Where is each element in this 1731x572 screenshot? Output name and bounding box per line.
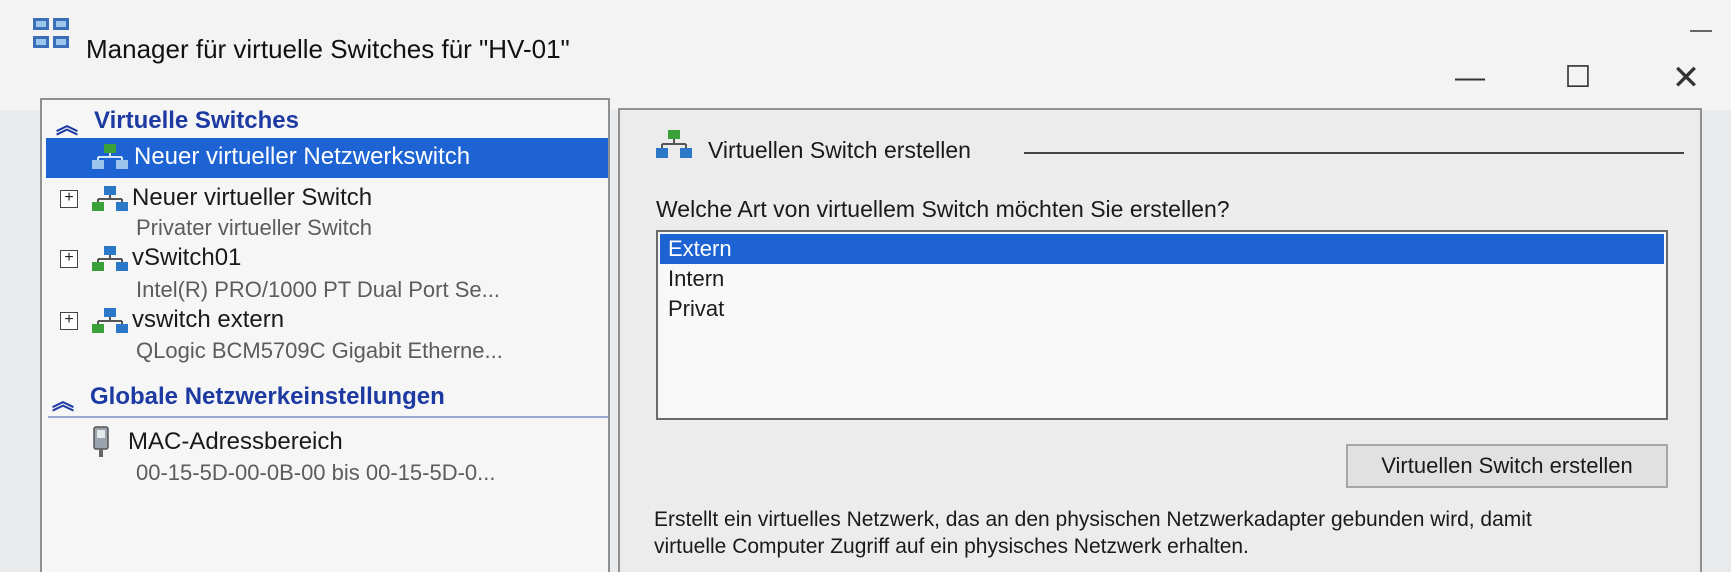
expand-plus-icon[interactable]: + (60, 250, 78, 268)
switch-manager-icon (33, 18, 69, 48)
section-virtual-switches[interactable]: ︽ Virtuelle Switches (52, 106, 602, 142)
content-pane: Virtuellen Switch erstellen Welche Art v… (618, 108, 1702, 572)
nav-item-switch-1[interactable]: + Neuer virtueller Switch (42, 182, 608, 216)
maximize-button[interactable]: ☐ (1548, 58, 1608, 98)
section-global-network-settings[interactable]: ︽ Globale Netzwerkeinstellungen (48, 382, 608, 418)
collapse-chevron-icon[interactable]: ︽ (56, 108, 78, 140)
option-intern[interactable]: Intern (660, 264, 1664, 294)
network-switch-icon (92, 186, 128, 211)
section-label: Globale Netzwerkeinstellungen (90, 383, 445, 410)
nav-item-label: MAC-Adressbereich (128, 428, 343, 455)
navigation-pane: ︽ Virtuelle Switches Neuer virtueller Ne… (40, 98, 610, 572)
nav-item-label: vswitch extern (132, 306, 285, 333)
nav-item-label: Neuer virtueller Netzwerkswitch (134, 143, 471, 170)
nav-item-switch-2[interactable]: + vSwitch01 (42, 242, 608, 276)
mac-address-icon (93, 426, 109, 457)
network-switch-icon (92, 308, 128, 333)
minimize-button[interactable]: — (1440, 58, 1500, 98)
expand-plus-icon[interactable]: + (60, 190, 78, 208)
group-title: Virtuellen Switch erstellen (708, 137, 971, 163)
nav-item-label: vSwitch01 (132, 244, 242, 271)
nav-item-new-network-switch[interactable]: Neuer virtueller Netzwerkswitch (46, 138, 608, 178)
new-switch-icon (92, 144, 128, 169)
switch-type-description: Erstellt ein virtuelles Netzwerk, das an… (654, 508, 1532, 558)
section-label: Virtuelle Switches (94, 107, 299, 134)
switch-type-listbox[interactable]: Extern Intern Privat (656, 230, 1668, 420)
nav-item-mac-range[interactable]: MAC-Adressbereich (42, 426, 608, 460)
nav-item-subtitle: QLogic BCM5709C Gigabit Etherne... (136, 338, 503, 363)
collapse-chevron-icon[interactable]: ︽ (52, 384, 74, 416)
nav-item-subtitle: Privater virtueller Switch (136, 215, 372, 240)
switch-type-question: Welche Art von virtuellem Switch möchten… (656, 196, 1230, 222)
option-privat[interactable]: Privat (660, 294, 1664, 324)
nav-item-subtitle: 00-15-5D-00-0B-00 bis 00-15-5D-0... (136, 460, 496, 485)
switch-manager-window: Manager für virtuelle Switches für "HV-0… (0, 0, 1731, 572)
nav-item-switch-3[interactable]: + vswitch extern (42, 304, 608, 338)
expand-plus-icon[interactable]: + (60, 312, 78, 330)
group-divider (1024, 152, 1684, 154)
title-bar[interactable]: Manager für virtuelle Switches für "HV-0… (0, 0, 1731, 110)
nav-item-subtitle: Intel(R) PRO/1000 PT Dual Port Se... (136, 277, 500, 302)
nav-item-label: Neuer virtueller Switch (132, 184, 373, 211)
window-title: Manager für virtuelle Switches für "HV-0… (86, 34, 570, 64)
new-switch-icon (656, 130, 692, 158)
system-menu-mark (1690, 30, 1712, 32)
network-switch-icon (92, 246, 128, 271)
create-virtual-switch-button[interactable]: Virtuellen Switch erstellen (1346, 444, 1668, 488)
option-extern[interactable]: Extern (660, 234, 1664, 264)
close-button[interactable]: ✕ (1656, 58, 1716, 98)
